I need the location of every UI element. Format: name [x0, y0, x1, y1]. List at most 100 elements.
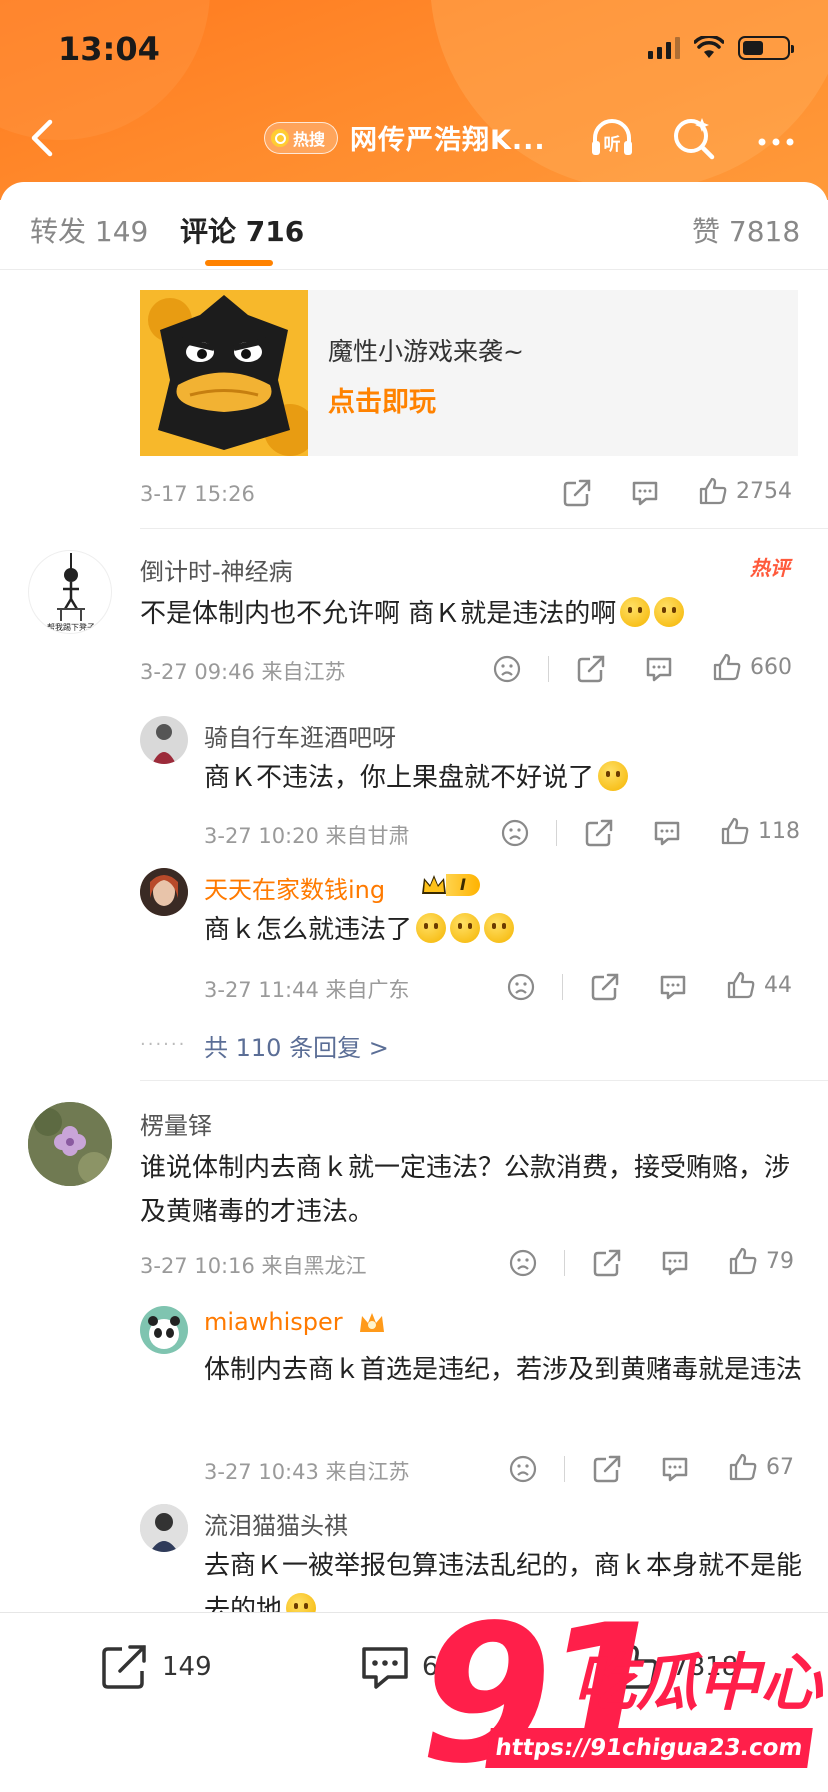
comment-button[interactable] — [660, 1248, 690, 1278]
separator — [562, 974, 563, 1000]
vip-level-badge: I — [420, 872, 480, 898]
avatar[interactable] — [28, 1102, 112, 1186]
thumbs-up-icon — [729, 1453, 757, 1481]
grin-emoji-icon — [598, 761, 629, 791]
share-button[interactable] — [592, 1454, 622, 1484]
like-button[interactable]: 2754 — [698, 476, 792, 506]
comment-icon — [662, 1251, 688, 1276]
avatar-illustration: 帮我踢下凳子 — [47, 553, 95, 632]
crown-icon — [422, 875, 446, 894]
hot-search-label: 热搜 — [293, 130, 326, 149]
hot-search-badge[interactable]: 热搜 — [264, 122, 339, 154]
avatar[interactable] — [140, 1306, 188, 1354]
watermark-name: 吃瓜中心 — [574, 1646, 823, 1719]
back-arrow-icon[interactable] — [22, 114, 66, 162]
crown-icon — [360, 1313, 384, 1332]
thumbs-up-icon — [699, 477, 727, 505]
separator — [548, 656, 549, 682]
duck-mascot-icon — [148, 295, 308, 456]
like-count: 118 — [758, 818, 800, 844]
share-button[interactable] — [562, 478, 592, 508]
like-button[interactable]: 44 — [726, 970, 792, 1000]
level-badge-label: I — [446, 874, 480, 896]
share-button[interactable] — [584, 818, 614, 848]
share-icon — [593, 1455, 621, 1483]
repost-button[interactable]: 149 — [100, 1643, 212, 1691]
reply-meta: 3-27 10:20 来自甘肃 — [204, 824, 410, 848]
like-count: 44 — [764, 972, 792, 998]
headphones-icon[interactable]: 听 — [588, 114, 636, 162]
topic-title[interactable]: 网传严浩翔K... — [350, 118, 546, 157]
comment-button[interactable] — [658, 972, 688, 1002]
reply-text: 商ｋ怎么就违法了 — [204, 908, 804, 952]
hot-search-icon — [271, 129, 289, 147]
share-button[interactable] — [592, 1248, 622, 1278]
share-icon — [577, 655, 605, 683]
more-replies-link[interactable]: 共 110 条回复 > — [204, 1028, 389, 1063]
reply-username[interactable]: 流泪猫猫头祺 — [204, 1506, 348, 1541]
share-icon — [593, 1249, 621, 1277]
dislike-button[interactable] — [492, 654, 522, 684]
signal-icon — [648, 37, 680, 59]
comment-icon — [632, 481, 658, 506]
share-button[interactable] — [576, 654, 606, 684]
ad-timestamp: 3-17 15:26 — [140, 482, 255, 506]
comment-text-content: 不是体制内也不允许啊 商Ｋ就是违法的啊 — [140, 599, 617, 629]
watermark-url: https://91chigua23.com — [485, 1728, 813, 1768]
like-button[interactable]: 660 — [712, 652, 792, 682]
like-count: 660 — [750, 654, 792, 680]
dislike-button[interactable] — [508, 1248, 538, 1278]
ad-cta[interactable]: 点击即玩 — [328, 380, 436, 419]
frown-icon — [507, 973, 535, 1001]
laugh-cry-emoji-icon — [654, 597, 685, 627]
comment-username[interactable]: 楞量铎 — [140, 1106, 212, 1141]
like-count: 79 — [766, 1248, 794, 1274]
dislike-button[interactable] — [500, 818, 530, 848]
confused-emoji-icon — [416, 913, 447, 943]
like-button[interactable]: 118 — [720, 816, 800, 846]
tab-comment[interactable]: 评论 716 — [180, 210, 304, 250]
separator — [564, 1456, 565, 1482]
frown-icon — [509, 1455, 537, 1483]
share-icon — [585, 819, 613, 847]
thumbs-up-icon — [721, 817, 749, 845]
more-icon[interactable] — [752, 114, 800, 162]
divider — [140, 528, 828, 529]
share-button[interactable] — [590, 972, 620, 1002]
dislike-button[interactable] — [508, 1454, 538, 1484]
comment-button[interactable] — [630, 478, 660, 508]
reply-username[interactable]: 骑自行车逛酒吧呀 — [204, 718, 396, 753]
comment-icon — [362, 1647, 408, 1689]
like-count: 67 — [766, 1454, 794, 1480]
comment-button[interactable] — [652, 818, 682, 848]
avatar[interactable] — [140, 868, 188, 916]
avatar[interactable]: 帮我踢下凳子 — [28, 550, 112, 634]
status-icons — [648, 36, 794, 60]
search-icon[interactable] — [670, 114, 718, 162]
like-button[interactable]: 79 — [728, 1246, 794, 1276]
tab-bar: 转发 149 评论 716 赞 7818 — [0, 182, 828, 270]
tab-like[interactable]: 赞 7818 — [692, 210, 800, 250]
comment-button[interactable] — [644, 654, 674, 684]
confused-emoji-icon — [450, 913, 481, 943]
avatar[interactable] — [140, 1504, 188, 1552]
battery-icon — [738, 36, 794, 60]
reply-username[interactable]: miawhisper — [204, 1308, 343, 1336]
avatar[interactable] — [140, 716, 188, 764]
reply-username[interactable]: 天天在家数钱ing — [204, 870, 385, 905]
ad-card[interactable]: 魔性小游戏来袭~ 点击即玩 — [140, 290, 798, 456]
panda-avatar — [140, 1306, 188, 1354]
comment-button[interactable] — [660, 1454, 690, 1484]
comment-icon — [646, 657, 672, 682]
comment-username[interactable]: 倒计时-神经病 — [140, 552, 293, 587]
laugh-cry-emoji-icon — [286, 1593, 317, 1612]
thumbs-up-icon — [727, 971, 755, 999]
like-button[interactable]: 67 — [728, 1452, 794, 1482]
dislike-button[interactable] — [506, 972, 536, 1002]
repost-icon — [102, 1645, 146, 1689]
separator — [564, 1250, 565, 1276]
separator — [556, 820, 557, 846]
ad-headline: 魔性小游戏来袭~ — [328, 337, 524, 366]
thumbs-up-icon — [729, 1247, 757, 1275]
tab-repost[interactable]: 转发 149 — [30, 210, 148, 250]
